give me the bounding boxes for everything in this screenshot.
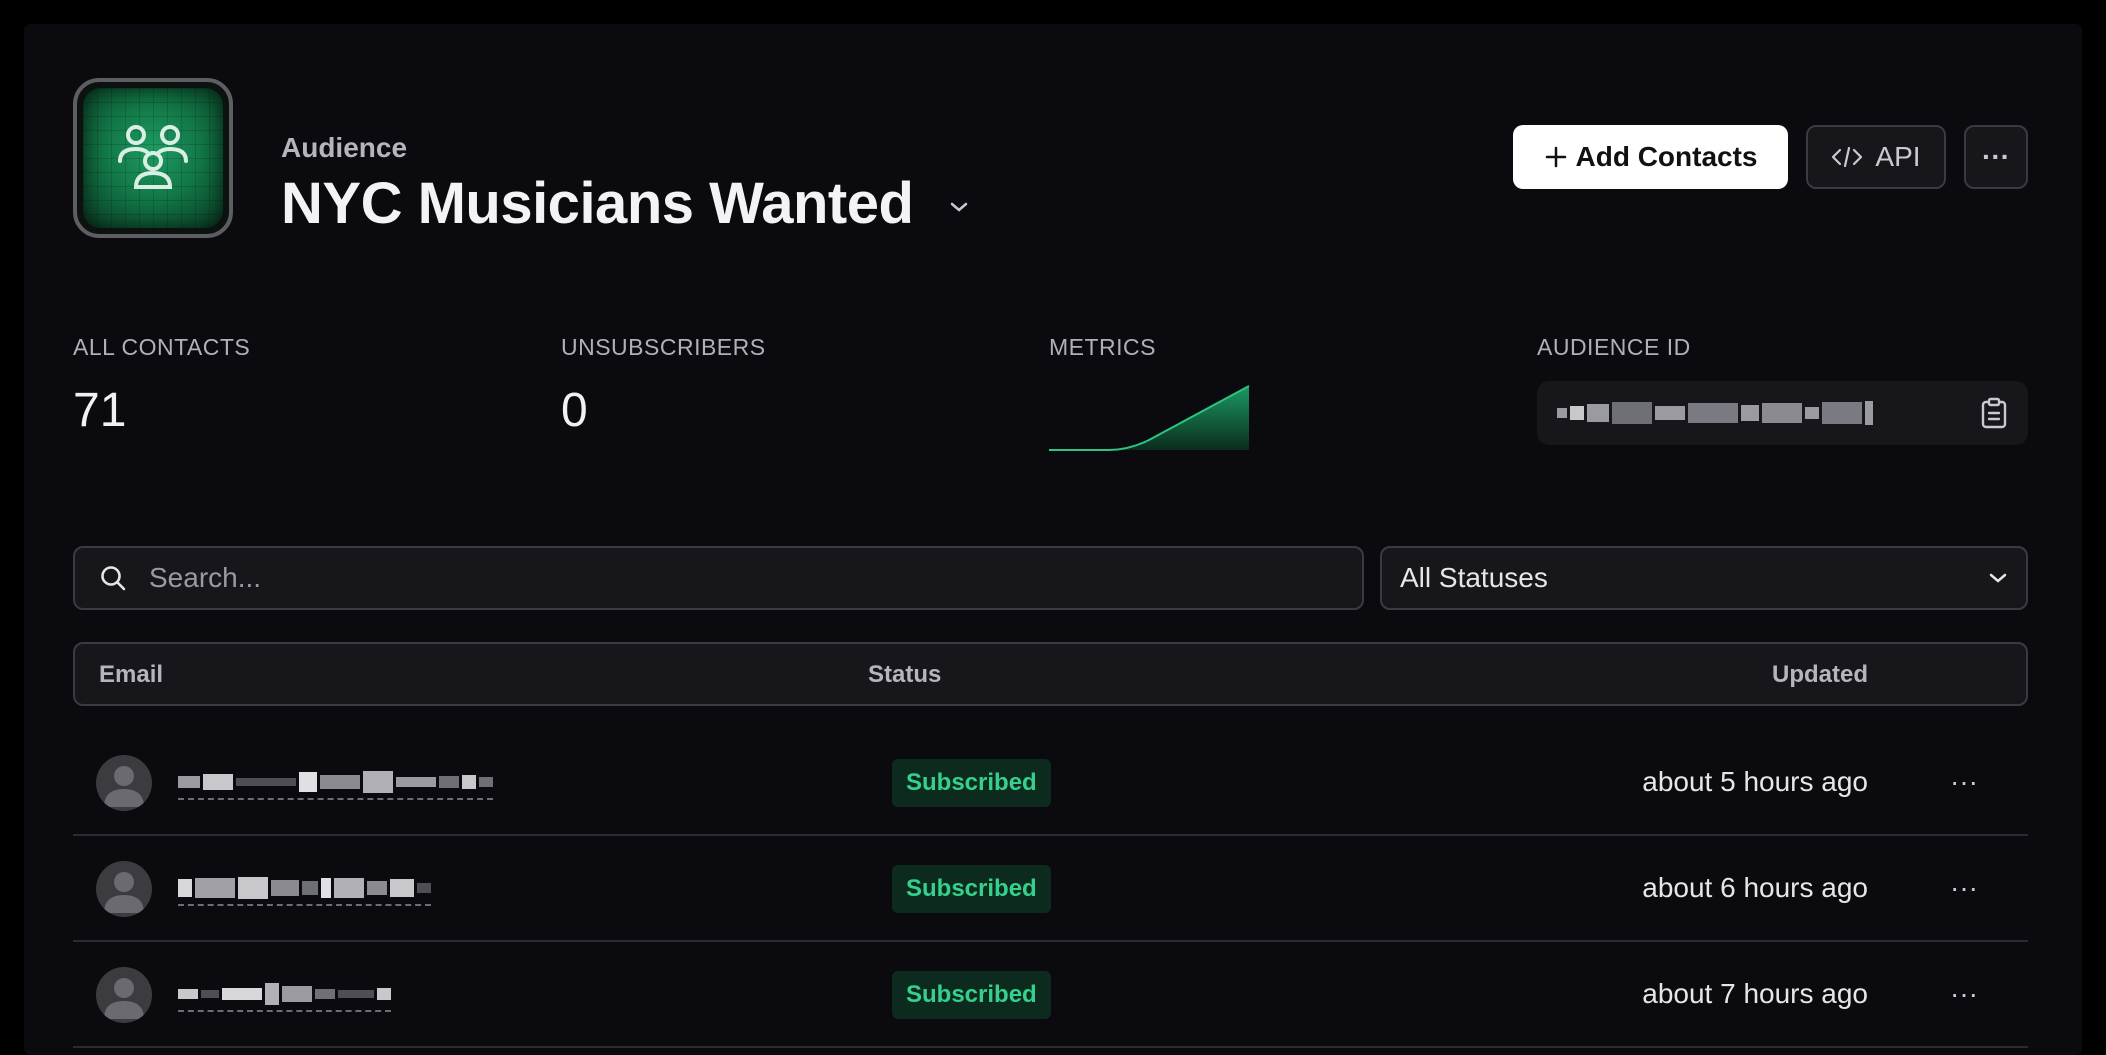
stat-metrics: METRICS bbox=[1049, 334, 1156, 361]
add-contacts-button[interactable]: Add Contacts bbox=[1513, 125, 1788, 189]
api-label: API bbox=[1875, 141, 1921, 172]
updated-time: about 6 hours ago bbox=[1642, 872, 1868, 903]
avatar-icon bbox=[96, 967, 152, 1023]
audience-logo bbox=[73, 78, 233, 238]
updated-time: about 7 hours ago bbox=[1642, 978, 1868, 1009]
add-contacts-label: Add Contacts bbox=[1575, 141, 1758, 172]
stat-value: 0 bbox=[561, 384, 588, 437]
page-eyebrow: Audience bbox=[281, 132, 408, 163]
table-header: Email Status Updated bbox=[73, 642, 2028, 706]
status-badge: Subscribed bbox=[892, 971, 1051, 1019]
plus-icon bbox=[1545, 146, 1566, 168]
code-icon bbox=[1832, 146, 1863, 168]
audience-id-field[interactable] bbox=[1537, 381, 2028, 445]
status-badge: Subscribed bbox=[892, 759, 1051, 807]
api-button[interactable]: API bbox=[1806, 125, 1946, 189]
search-icon bbox=[101, 566, 126, 591]
header-actions: Add Contacts API ··· bbox=[1513, 125, 2028, 189]
column-header-email[interactable]: Email bbox=[99, 661, 163, 689]
table-row[interactable]: Subscribed about 6 hours ago ··· bbox=[73, 836, 2028, 942]
column-header-status[interactable]: Status bbox=[868, 661, 941, 689]
stat-unsubscribers: UNSUBSCRIBERS 0 bbox=[561, 334, 766, 438]
stat-label: ALL CONTACTS bbox=[73, 334, 251, 360]
avatar-icon bbox=[96, 755, 152, 811]
window-frame: Audience NYC Musicians Wanted Add Contac… bbox=[0, 0, 2106, 1055]
contact-email-redacted[interactable] bbox=[178, 876, 431, 906]
audience-id-redacted bbox=[1557, 401, 1873, 425]
stat-label: METRICS bbox=[1049, 334, 1156, 360]
chevron-down-icon[interactable] bbox=[949, 200, 969, 214]
stat-label: UNSUBSCRIBERS bbox=[561, 334, 766, 360]
copy-clipboard-icon[interactable] bbox=[1980, 397, 2008, 429]
search-input[interactable] bbox=[149, 562, 1249, 594]
updated-time: about 5 hours ago bbox=[1642, 766, 1868, 797]
status-filter-value: All Statuses bbox=[1400, 562, 1548, 593]
status-filter-select[interactable]: All Statuses bbox=[1380, 546, 2028, 610]
search-box[interactable] bbox=[73, 546, 1364, 610]
more-options-button[interactable]: ··· bbox=[1964, 125, 2028, 189]
contact-email-redacted[interactable] bbox=[178, 982, 391, 1012]
row-more-button[interactable]: ··· bbox=[1950, 872, 1978, 904]
row-more-button[interactable]: ··· bbox=[1950, 978, 1978, 1010]
column-header-updated[interactable]: Updated bbox=[1772, 661, 1868, 689]
stat-label: AUDIENCE ID bbox=[1537, 334, 1691, 360]
avatar-icon bbox=[96, 861, 152, 917]
page-title: NYC Musicians Wanted bbox=[281, 170, 914, 236]
stat-all-contacts: ALL CONTACTS 71 bbox=[73, 334, 250, 438]
metrics-sparkline bbox=[1049, 385, 1250, 451]
more-icon: ··· bbox=[1982, 141, 2010, 172]
stat-value: 71 bbox=[73, 384, 127, 437]
contact-email-redacted[interactable] bbox=[178, 770, 493, 800]
stat-audience-id: AUDIENCE ID bbox=[1537, 334, 1691, 361]
status-badge: Subscribed bbox=[892, 865, 1051, 913]
chevron-down-icon bbox=[1989, 573, 2007, 583]
audience-logo-icon bbox=[83, 88, 223, 228]
app-container: Audience NYC Musicians Wanted Add Contac… bbox=[24, 24, 2082, 1055]
audience-selector[interactable]: NYC Musicians Wanted bbox=[281, 168, 969, 238]
row-more-button[interactable]: ··· bbox=[1950, 766, 1978, 798]
table-row[interactable]: Subscribed about 5 hours ago ··· bbox=[73, 730, 2028, 836]
table-row[interactable]: Subscribed about 7 hours ago ··· bbox=[73, 942, 2028, 1048]
